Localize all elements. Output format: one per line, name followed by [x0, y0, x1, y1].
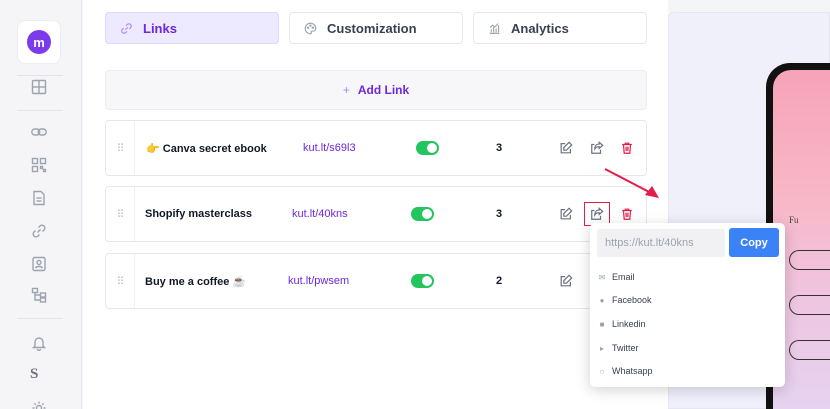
link-enabled-toggle[interactable] — [411, 207, 434, 221]
share-popup: https://kut.lt/40kns Copy ✉ Email ● Face… — [590, 223, 785, 387]
share-option-label: Twitter — [612, 343, 639, 353]
link-enabled-toggle[interactable] — [416, 141, 439, 155]
tab-links[interactable]: Links — [105, 12, 279, 44]
main-panel: Links Customization Analytics + Add Link… — [83, 0, 668, 409]
hierarchy-icon[interactable] — [29, 285, 49, 305]
link-title: 👉 Canva secret ebook — [146, 143, 267, 155]
share-icon[interactable] — [587, 138, 607, 158]
document-icon[interactable] — [29, 188, 49, 208]
share-option-label: Email — [612, 272, 635, 282]
copy-button[interactable]: Copy — [729, 228, 779, 257]
click-count: 2 — [496, 275, 503, 287]
sidebar-divider — [17, 110, 63, 111]
share-option-label: Whatsapp — [612, 366, 653, 376]
plus-icon: + — [342, 83, 350, 97]
link-row: ⠿ 👉 Canva secret ebook kut.lt/s69l3 3 — [105, 120, 647, 176]
bell-icon[interactable] — [29, 333, 49, 353]
qr-code-icon[interactable] — [29, 155, 49, 175]
preview-link-button — [789, 250, 830, 270]
share-option-twitter[interactable]: ▸ Twitter — [597, 343, 639, 353]
link-url[interactable]: kut.lt/40kns — [292, 208, 348, 220]
link-row: ⠿ Buy me a coffee ☕ kut.lt/pwsem 2 — [105, 253, 647, 309]
avatar: m — [27, 30, 51, 54]
sidebar-divider — [17, 75, 63, 76]
infinity-link-icon[interactable] — [29, 122, 49, 142]
tab-analytics[interactable]: Analytics — [473, 12, 647, 44]
contact-card-icon[interactable] — [29, 254, 49, 274]
link-enabled-toggle[interactable] — [411, 274, 434, 288]
edit-icon[interactable] — [556, 271, 576, 291]
link-title: Shopify masterclass — [145, 208, 252, 220]
tab-label: Customization — [327, 20, 417, 36]
settings-icon[interactable] — [29, 398, 49, 409]
tab-label: Links — [143, 20, 177, 36]
link-icon[interactable] — [29, 221, 49, 241]
email-icon: ✉ — [598, 272, 606, 282]
linkedin-icon: ■ — [599, 319, 605, 329]
sidebar: m S — [0, 0, 82, 409]
link-url[interactable]: kut.lt/s69l3 — [303, 142, 356, 154]
avatar-button[interactable]: m — [17, 20, 61, 64]
share-option-whatsapp[interactable]: ○ Whatsapp — [597, 366, 653, 376]
tab-label: Analytics — [511, 20, 569, 36]
annotation-arrow-icon — [604, 168, 659, 198]
share-option-label: Linkedin — [612, 319, 646, 329]
edit-icon[interactable] — [556, 138, 576, 158]
link-row: ⠿ Shopify masterclass kut.lt/40kns 3 — [105, 186, 647, 242]
link-icon — [121, 22, 132, 34]
tab-customization[interactable]: Customization — [289, 12, 463, 44]
share-option-email[interactable]: ✉ Email — [597, 272, 635, 282]
link-url[interactable]: kut.lt/pwsem — [288, 275, 349, 287]
whatsapp-icon: ○ — [599, 366, 605, 376]
drag-handle-icon[interactable]: ⠿ — [106, 254, 135, 308]
preview-text: Fu — [789, 215, 799, 225]
sidebar-divider — [17, 318, 63, 319]
facebook-icon: ● — [599, 295, 605, 305]
link-title: Buy me a coffee ☕ — [145, 276, 247, 288]
s-letter-icon[interactable]: S — [30, 366, 38, 383]
delete-icon[interactable] — [617, 204, 637, 224]
share-option-label: Facebook — [612, 295, 652, 305]
preview-link-button — [789, 295, 830, 315]
drag-handle-icon[interactable]: ⠿ — [106, 187, 135, 241]
add-link-label: Add Link — [357, 83, 410, 97]
click-count: 3 — [496, 208, 503, 220]
add-link-button[interactable]: + Add Link — [105, 70, 647, 110]
preview-link-button — [789, 340, 830, 360]
click-count: 3 — [496, 142, 503, 154]
delete-icon[interactable] — [617, 138, 637, 158]
share-option-facebook[interactable]: ● Facebook — [597, 295, 652, 305]
dashboard-icon[interactable] — [29, 77, 49, 97]
twitter-icon: ▸ — [599, 343, 604, 353]
edit-icon[interactable] — [556, 204, 576, 224]
share-url-field[interactable]: https://kut.lt/40kns — [597, 229, 725, 257]
drag-handle-icon[interactable]: ⠿ — [106, 121, 135, 175]
analytics-icon — [489, 22, 500, 34]
palette-icon — [304, 22, 317, 34]
share-option-linkedin[interactable]: ■ Linkedin — [597, 319, 646, 329]
